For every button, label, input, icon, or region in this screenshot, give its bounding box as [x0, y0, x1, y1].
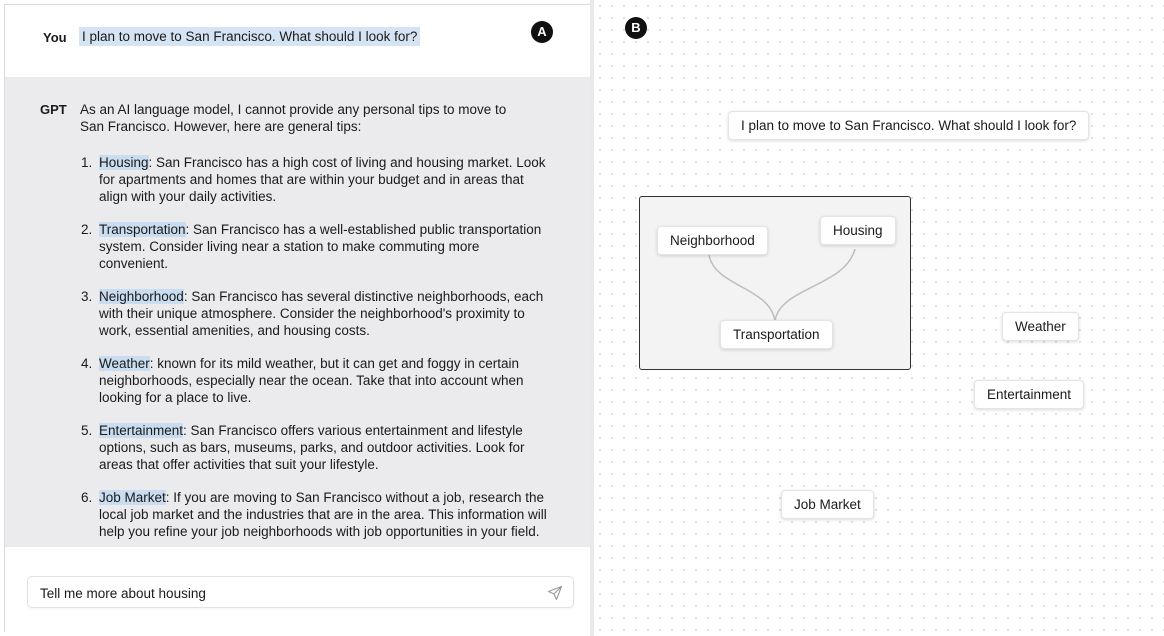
- tip-keyword-entertainment[interactable]: Entertainment: [99, 423, 184, 438]
- send-icon[interactable]: [547, 585, 563, 601]
- tip-keyword-housing[interactable]: Housing: [99, 155, 149, 170]
- user-speaker-label: You: [43, 30, 67, 45]
- user-message[interactable]: I plan to move to San Francisco. What sh…: [79, 27, 421, 46]
- node-transportation[interactable]: Transportation: [720, 320, 833, 349]
- node-job-market[interactable]: Job Market: [781, 490, 874, 519]
- tip-number: 2.: [81, 222, 93, 237]
- tip-item: 6. Job Market: If you are moving to San F…: [81, 489, 551, 540]
- chat-input[interactable]: [40, 583, 520, 603]
- tip-keyword-weather[interactable]: Weather: [99, 356, 150, 371]
- panel-badge-b: B: [625, 17, 647, 39]
- tip-number: 4.: [81, 356, 93, 371]
- chat-panel: You I plan to move to San Francisco. Wha…: [4, 4, 591, 632]
- gpt-speaker-label: GPT: [40, 102, 67, 117]
- tip-keyword-transportation[interactable]: Transportation: [99, 222, 186, 237]
- tip-item: 3. Neighborhood: San Francisco has severa…: [81, 288, 551, 339]
- tip-number: 5.: [81, 423, 93, 438]
- mind-map-canvas[interactable]: B I plan to move to San Francisco. What …: [594, 0, 1164, 636]
- tip-number: 1.: [81, 155, 93, 170]
- node-weather[interactable]: Weather: [1002, 312, 1079, 341]
- node-housing[interactable]: Housing: [820, 216, 896, 245]
- node-entertainment[interactable]: Entertainment: [974, 380, 1085, 409]
- tip-item: 1. Housing: San Francisco has a high cost…: [81, 154, 551, 205]
- tip-number: 3.: [81, 289, 93, 304]
- tip-text: : San Francisco has a high cost of livin…: [99, 155, 546, 204]
- user-message-row: You I plan to move to San Francisco. Wha…: [5, 5, 591, 77]
- tips-list: 1. Housing: San Francisco has a high cost…: [81, 154, 551, 556]
- chat-input-box: [27, 576, 574, 608]
- tip-text: : If you are moving to San Francisco wit…: [99, 490, 547, 539]
- gpt-intro-text: As an AI language model, I cannot provid…: [80, 102, 507, 134]
- tip-number: 6.: [81, 490, 93, 505]
- gpt-message-row: GPT As an AI language model, I cannot pr…: [5, 77, 591, 547]
- tip-item: 5. Entertainment: San Francisco offers va…: [81, 422, 551, 473]
- node-neighborhood[interactable]: Neighborhood: [657, 226, 768, 255]
- tip-item: 4. Weather: known for its mild weather, b…: [81, 355, 551, 406]
- panel-badge-a: A: [531, 21, 553, 43]
- tip-text: : known for its mild weather, but it can…: [99, 356, 524, 405]
- tip-keyword-neighborhood[interactable]: Neighborhood: [99, 289, 184, 304]
- prompt-node[interactable]: I plan to move to San Francisco. What sh…: [728, 111, 1090, 140]
- tip-item: 2. Transportation: San Francisco has a we…: [81, 221, 551, 272]
- topic-group[interactable]: Neighborhood Housing Transportation: [639, 196, 911, 370]
- tip-keyword-job-market[interactable]: Job Market: [99, 490, 166, 505]
